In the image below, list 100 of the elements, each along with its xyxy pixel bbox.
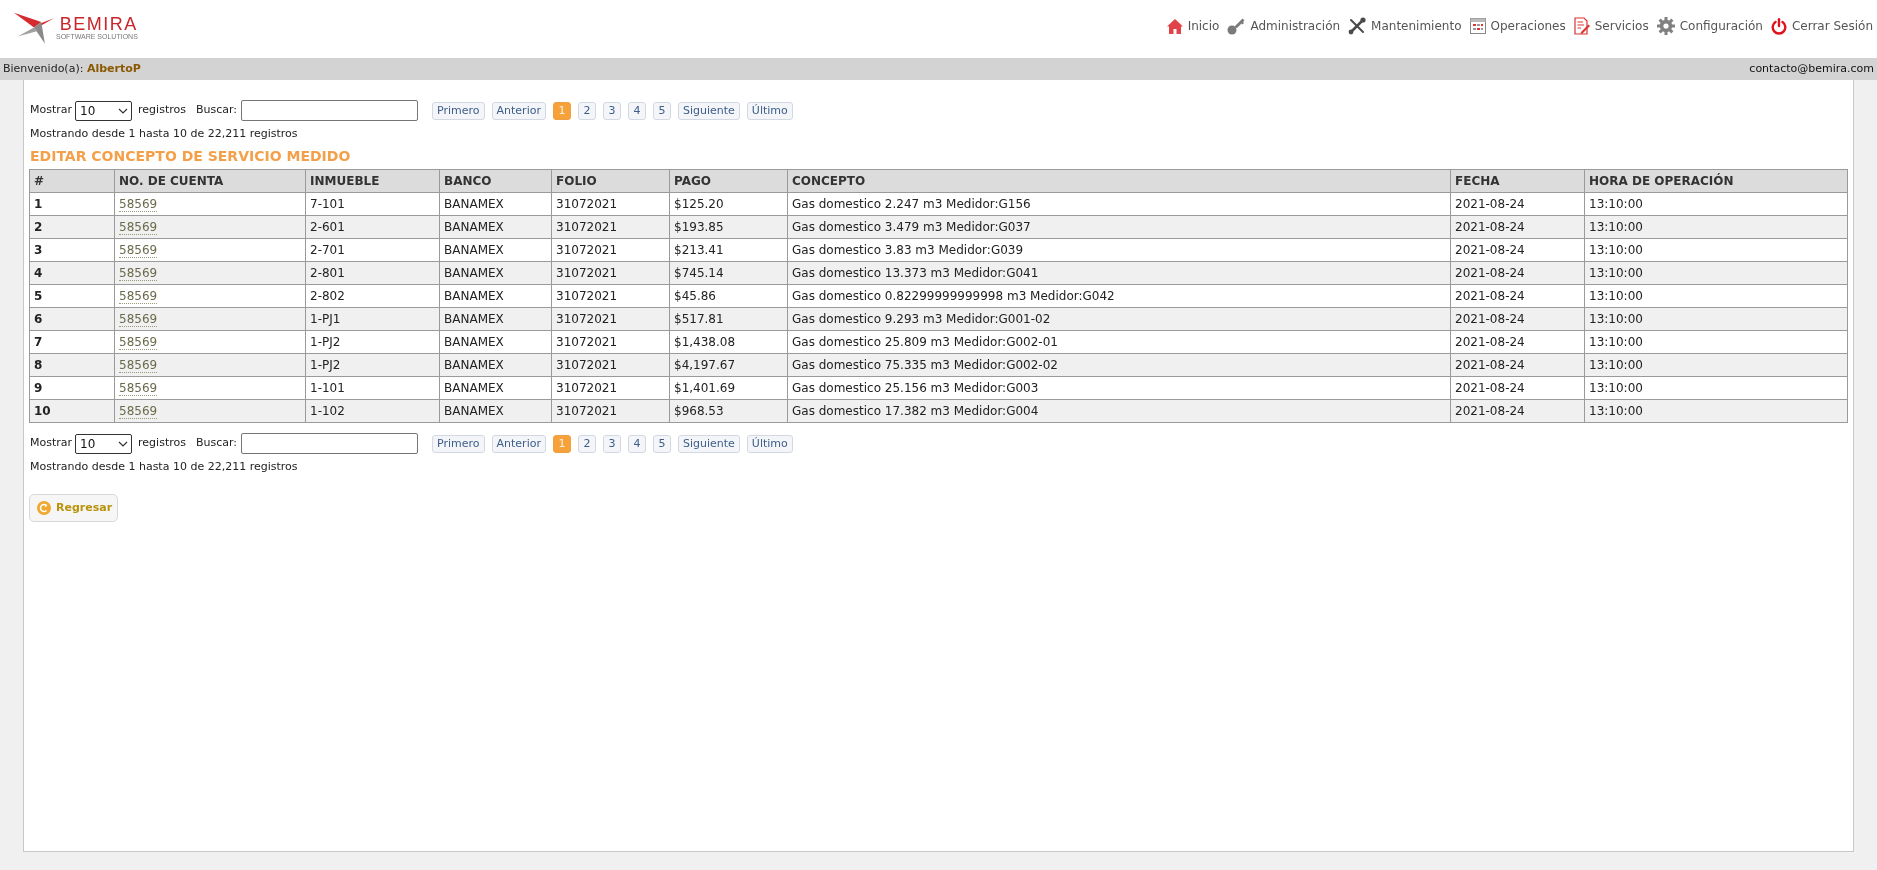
table-cell: 31072021	[551, 261, 670, 285]
nav-link[interactable]: Mantenimiento	[1348, 17, 1462, 35]
chevron-down-icon	[118, 440, 129, 447]
table-cell: 13:10:00	[1584, 192, 1848, 216]
nav-link[interactable]: Configuración	[1656, 17, 1763, 35]
records-summary: Mostrando desde 1 hasta 10 de 22,211 registros	[30, 460, 298, 474]
table-cell: 13:10:00	[1584, 376, 1848, 400]
table-cell: BANAMEX	[439, 330, 552, 354]
table-cell: 2-802	[305, 284, 440, 308]
account-link[interactable]: 58569	[119, 312, 158, 327]
table-cell: $4,197.67	[669, 353, 788, 377]
show-label: Mostrar	[30, 102, 73, 119]
table-cell: 31072021	[551, 307, 670, 331]
next-page-button[interactable]: Siguiente	[677, 434, 740, 453]
page-button[interactable]: 5	[652, 434, 671, 453]
search-field[interactable]	[241, 433, 418, 454]
next-page-button[interactable]: Siguiente	[677, 101, 740, 120]
table-cell: Gas domestico 17.382 m3 Medidor:G004	[787, 399, 1451, 423]
table-cell: 5	[29, 284, 115, 308]
table-cell: 2021-08-24	[1450, 307, 1585, 331]
previous-page-button[interactable]: Anterior	[491, 101, 546, 120]
page-button[interactable]: 4	[627, 434, 646, 453]
page-button[interactable]: 2	[577, 434, 596, 453]
table-cell: 2021-08-24	[1450, 330, 1585, 354]
account-link[interactable]: 58569	[119, 404, 158, 419]
column-header[interactable]: FOLIO	[551, 169, 670, 193]
table-cell: Gas domestico 2.247 m3 Medidor:G156	[787, 192, 1451, 216]
page-button[interactable]: 5	[652, 101, 671, 120]
account-link[interactable]: 58569	[119, 197, 158, 212]
table-cell: $968.53	[669, 399, 788, 423]
column-header[interactable]: #	[29, 169, 115, 193]
account-link[interactable]: 58569	[119, 243, 158, 258]
table-cell: Gas domestico 25.156 m3 Medidor:G003	[787, 376, 1451, 400]
first-page-button[interactable]: Primero	[432, 101, 485, 120]
page-button[interactable]: 3	[602, 101, 621, 120]
nav-link[interactable]: Cerrar Sesión	[1770, 17, 1873, 35]
account-link[interactable]: 58569	[119, 381, 158, 396]
column-header[interactable]: CONCEPTO	[787, 169, 1451, 193]
table-cell: 1-101	[305, 376, 440, 400]
page-size-select[interactable]: 10	[75, 433, 133, 454]
column-header[interactable]: INMUEBLE	[305, 169, 440, 193]
column-header[interactable]: NO. DE CUENTA	[114, 169, 306, 193]
table-cell: 7-101	[305, 192, 440, 216]
account-link[interactable]: 58569	[119, 289, 158, 304]
nav-link[interactable]: Inicio	[1166, 17, 1220, 35]
table-cell: Gas domestico 25.809 m3 Medidor:G002-01	[787, 330, 1451, 354]
table-cell: BANAMEX	[439, 353, 552, 377]
table-cell: BANAMEX	[439, 307, 552, 331]
table-cell: 2-601	[305, 215, 440, 239]
table-cell: 2021-08-24	[1450, 399, 1585, 423]
page-size-select[interactable]: 10	[75, 100, 133, 121]
table-cell: 10	[29, 399, 115, 423]
account-link[interactable]: 58569	[119, 220, 158, 235]
logo-text: BEMIRA	[59, 15, 138, 33]
account-link[interactable]: 58569	[119, 335, 158, 350]
table-cell: Gas domestico 3.83 m3 Medidor:G039	[787, 238, 1451, 262]
table-cell: $125.20	[669, 192, 788, 216]
column-header[interactable]: BANCO	[439, 169, 552, 193]
page-button[interactable]: 3	[602, 434, 621, 453]
nav-link[interactable]: Administración	[1227, 17, 1341, 35]
column-header[interactable]: HORA DE OPERACIÓN	[1584, 169, 1848, 193]
account-link[interactable]: 58569	[119, 358, 158, 373]
key-icon	[1227, 17, 1246, 35]
table-cell: BANAMEX	[439, 399, 552, 423]
previous-page-button[interactable]: Anterior	[491, 434, 546, 453]
table-cell: 1-PJ1	[305, 307, 440, 331]
page-button[interactable]: 2	[577, 101, 596, 120]
last-page-button[interactable]: Último	[746, 101, 793, 120]
table-cell: 13:10:00	[1584, 261, 1848, 285]
table-cell: $193.85	[669, 215, 788, 239]
table-cell: 31072021	[551, 376, 670, 400]
column-header[interactable]: PAGO	[669, 169, 788, 193]
table-cell: 13:10:00	[1584, 399, 1848, 423]
column-header[interactable]: FECHA	[1450, 169, 1585, 193]
table-cell: 1-PJ2	[305, 330, 440, 354]
page-button[interactable]: 4	[627, 101, 646, 120]
last-page-button[interactable]: Último	[746, 434, 793, 453]
email-text: contacto@bemira.com	[1749, 60, 1874, 77]
table-cell: 9	[29, 376, 115, 400]
table-cell: 13:10:00	[1584, 215, 1848, 239]
table-cell: $1,401.69	[669, 376, 788, 400]
table-cell: 13:10:00	[1584, 353, 1848, 377]
table-cell: 13:10:00	[1584, 307, 1848, 331]
records-summary: Mostrando desde 1 hasta 10 de 22,211 registros	[30, 127, 298, 141]
nav-link[interactable]: Operaciones	[1469, 17, 1566, 35]
table-cell: BANAMEX	[439, 261, 552, 285]
nav-link[interactable]: Servicios	[1573, 17, 1649, 35]
account-link[interactable]: 58569	[119, 266, 158, 281]
table-cell: 13:10:00	[1584, 284, 1848, 308]
first-page-button[interactable]: Primero	[432, 434, 485, 453]
table-cell: 31072021	[551, 353, 670, 377]
records-label: registros	[138, 435, 186, 452]
table-cell: 2-801	[305, 261, 440, 285]
table-cell: $213.41	[669, 238, 788, 262]
table-cell: BANAMEX	[439, 376, 552, 400]
search-field[interactable]	[241, 100, 418, 121]
table-cell: BANAMEX	[439, 284, 552, 308]
home-icon	[1166, 18, 1183, 34]
table-cell: 13:10:00	[1584, 238, 1848, 262]
table-cell: 4	[29, 261, 115, 285]
